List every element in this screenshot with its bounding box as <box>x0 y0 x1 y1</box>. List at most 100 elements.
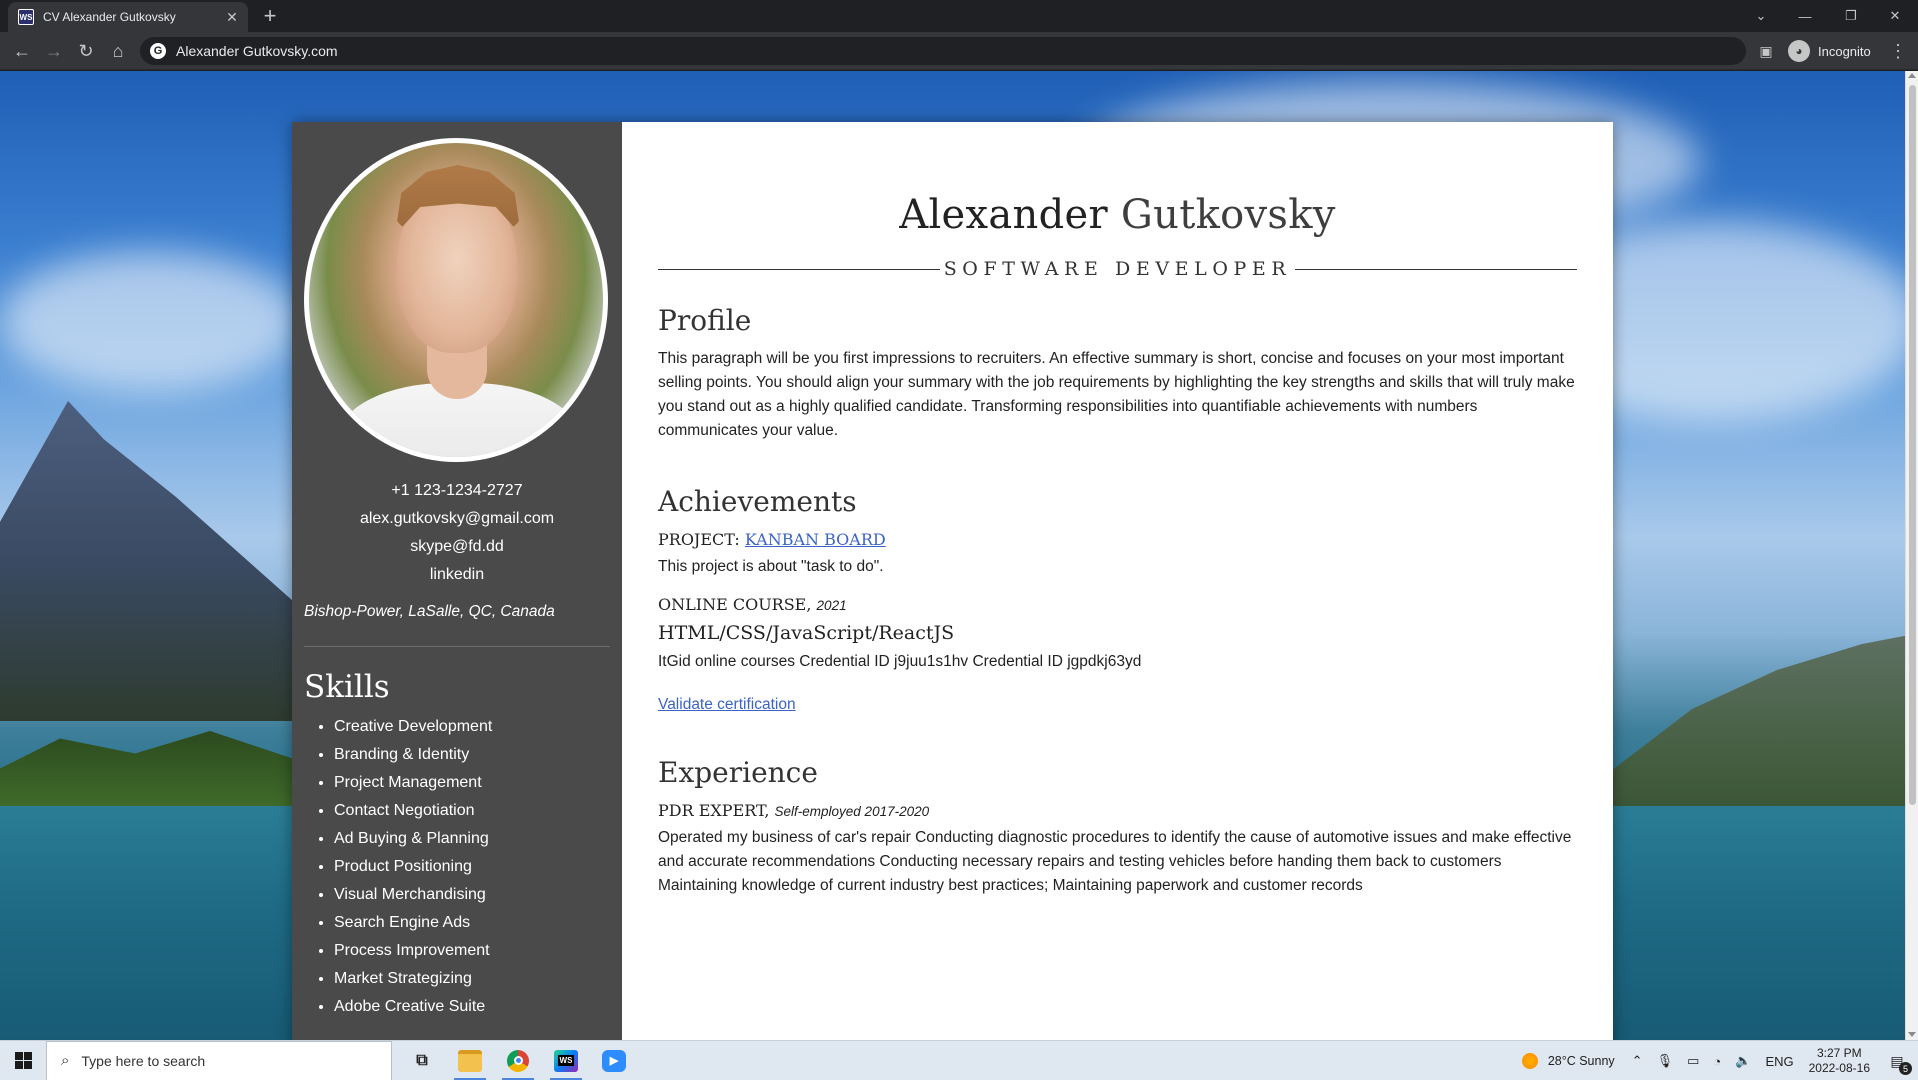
experience-heading: Experience <box>658 756 818 789</box>
notification-icon[interactable]: ▤ 5 <box>1884 1048 1912 1075</box>
skill-item: Market Strategizing <box>334 965 610 993</box>
achievements-heading: Achievements <box>658 485 857 518</box>
role-line-left <box>658 268 940 270</box>
page-viewport: +1 123-1234-2727 alex.gutkovsky@gmail.co… <box>0 71 1918 1041</box>
taskbar-search-box[interactable]: ⌕ Type here to search <box>46 1040 392 1080</box>
language-indicator[interactable]: ENG <box>1765 1054 1793 1069</box>
clock-time: 3:27 PM <box>1816 1046 1862 1060</box>
company-name: PDR EXPERT, <box>658 801 770 820</box>
skype-handle: skype@fd.dd <box>410 538 504 555</box>
skill-item: Product Positioning <box>334 853 610 881</box>
course-year: 2021 <box>816 598 847 613</box>
tab-title: CV Alexander Gutkovsky <box>43 10 176 24</box>
validate-certification-link[interactable]: Validate certification <box>658 696 796 714</box>
course-label: ONLINE COURSE, <box>658 595 812 614</box>
job-title: SOFTWARE DEVELOPER <box>943 258 1292 280</box>
project-description: This project is about "task to do". <box>658 558 884 575</box>
skill-item: Project Management <box>334 769 610 797</box>
clock-date: 2022-08-16 <box>1808 1061 1870 1075</box>
cv-name: Alexander Gutkovsky <box>658 192 1577 238</box>
profile-photo <box>304 138 608 462</box>
close-window-button[interactable]: ✕ <box>1872 0 1918 32</box>
scroll-up-arrow-icon[interactable] <box>1908 73 1916 78</box>
kebab-menu-icon[interactable]: ⋮ <box>1884 37 1912 65</box>
role-row: SOFTWARE DEVELOPER <box>658 258 1577 280</box>
linkedin-link[interactable]: linkedin <box>304 561 610 589</box>
course-name: HTML/CSS/JavaScript/ReactJS <box>658 622 955 644</box>
cv-main: Alexander Gutkovsky SOFTWARE DEVELOPER P… <box>622 122 1613 1041</box>
project-line: PROJECT: KANBAN BOARD <box>658 530 1577 549</box>
skill-item: Ad Buying & Planning <box>334 825 610 853</box>
battery-icon[interactable]: ▭ <box>1687 1053 1699 1069</box>
weather-text[interactable]: 28°C Sunny <box>1548 1054 1615 1068</box>
windows-logo-icon <box>14 1052 32 1069</box>
back-arrow-icon[interactable]: ← <box>8 37 36 65</box>
webstorm-favicon-icon: WS <box>18 9 34 25</box>
chrome-icon[interactable] <box>494 1041 542 1080</box>
side-panel-icon[interactable]: ▣ <box>1752 37 1780 65</box>
file-explorer-icon[interactable] <box>446 1041 494 1080</box>
kanban-board-link[interactable]: KANBAN BOARD <box>745 530 886 549</box>
clock[interactable]: 3:27 PM 2022-08-16 <box>1809 1046 1870 1076</box>
skill-item: Visual Merchandising <box>334 881 610 909</box>
cloud-decoration <box>0 251 300 391</box>
contact-block: +1 123-1234-2727 alex.gutkovsky@gmail.co… <box>304 477 610 589</box>
restore-button[interactable]: ❐ <box>1828 0 1874 32</box>
notification-count: 5 <box>1899 1062 1912 1075</box>
chevron-up-icon[interactable]: ⌃ <box>1632 1053 1643 1069</box>
skill-item: Search Engine Ads <box>334 909 610 937</box>
cv-card: +1 123-1234-2727 alex.gutkovsky@gmail.co… <box>292 122 1613 1041</box>
system-tray: 28°C Sunny ⌃ 🎙 ▭ ◔ 🔈 ENG 3:27 PM 2022-08… <box>1521 1041 1918 1080</box>
volume-icon[interactable]: 🔈 <box>1735 1053 1751 1069</box>
network-icon[interactable]: ◔ <box>1713 1054 1721 1069</box>
browser-tab-strip: WS CV Alexander Gutkovsky ✕ + ⌄ — ❐ ✕ <box>0 0 1918 32</box>
skill-item: Contact Negotiation <box>334 797 610 825</box>
experience-description: Operated my business of car's repair Con… <box>658 829 1572 894</box>
browser-tab[interactable]: WS CV Alexander Gutkovsky ✕ <box>8 2 248 32</box>
profile-text: This paragraph will be you first impress… <box>658 350 1575 439</box>
email-address: alex.gutkovsky@gmail.com <box>359 510 555 527</box>
microphone-icon[interactable]: 🎙 <box>1657 1053 1674 1069</box>
address-bar[interactable]: G Alexander Gutkovsky.com <box>140 37 1746 65</box>
phone-number: +1 123-1234-2727 <box>391 482 523 499</box>
first-name: Alexander <box>899 192 1108 238</box>
webstorm-icon[interactable]: WS <box>542 1041 590 1080</box>
close-tab-icon[interactable]: ✕ <box>224 9 240 26</box>
new-tab-button[interactable]: + <box>258 4 282 28</box>
role-line-right <box>1295 268 1577 270</box>
location-text: Bishop-Power, LaSalle, QC, Canada <box>304 603 555 620</box>
incognito-indicator[interactable]: ◕ Incognito <box>1788 37 1871 65</box>
project-label: PROJECT: <box>658 530 740 549</box>
reload-icon[interactable]: ↻ <box>72 37 100 65</box>
profile-heading: Profile <box>658 304 752 337</box>
page-scrollbar[interactable] <box>1905 71 1918 1041</box>
task-view-icon[interactable]: ⧉ <box>398 1041 446 1080</box>
incognito-label: Incognito <box>1818 43 1871 59</box>
last-name: Gutkovsky <box>1120 192 1336 238</box>
search-placeholder: Type here to search <box>81 1052 206 1069</box>
weather-sun-icon[interactable] <box>1521 1053 1538 1069</box>
site-info-icon[interactable]: G <box>150 43 166 59</box>
scroll-down-arrow-icon[interactable] <box>1908 1032 1916 1037</box>
search-icon: ⌕ <box>61 1052 70 1069</box>
zoom-icon[interactable]: ▶ <box>590 1041 638 1080</box>
course-line: ONLINE COURSE, 2021 <box>658 595 1577 614</box>
skill-item: Branding & Identity <box>334 741 610 769</box>
sidebar-divider <box>304 646 610 647</box>
minimize-button[interactable]: — <box>1782 0 1828 32</box>
scrollbar-thumb[interactable] <box>1909 85 1916 805</box>
experience-line: PDR EXPERT, Self-employed 2017-2020 <box>658 801 1577 820</box>
tab-search-chevron-icon[interactable]: ⌄ <box>1738 0 1784 32</box>
course-description: ItGid online courses Credential ID j9juu… <box>658 653 1142 670</box>
skill-item: Process Improvement <box>334 937 610 965</box>
home-icon[interactable]: ⌂ <box>104 37 132 65</box>
forward-arrow-icon[interactable]: → <box>40 37 68 65</box>
skill-item: Adobe Creative Suite <box>334 993 610 1021</box>
skills-list: Creative Development Branding & Identity… <box>304 713 610 1021</box>
skill-item: Creative Development <box>334 713 610 741</box>
windows-taskbar: ⌕ Type here to search ⧉ WS ▶ 28°C Sunny … <box>0 1040 1918 1080</box>
cv-sidebar: +1 123-1234-2727 alex.gutkovsky@gmail.co… <box>292 122 622 1041</box>
start-button[interactable] <box>0 1041 46 1080</box>
browser-toolbar: ← → ↻ ⌂ G Alexander Gutkovsky.com ▣ ◕ In… <box>0 32 1918 70</box>
url-text: Alexander Gutkovsky.com <box>176 43 338 59</box>
